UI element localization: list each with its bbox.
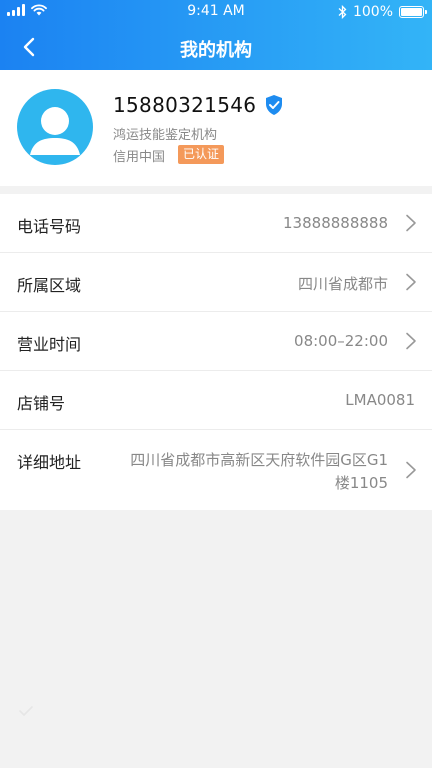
chevron-right-icon xyxy=(406,273,416,291)
battery-percent: 100% xyxy=(352,4,393,20)
address-label: 详细地址 xyxy=(17,453,82,472)
chevron-right-icon xyxy=(406,461,416,479)
shop-label: 店铺号 xyxy=(17,394,66,413)
shop-row: 店铺号 LMA0081 xyxy=(0,371,432,430)
page-title: 我的机构 xyxy=(180,40,252,61)
chevron-right-icon xyxy=(406,332,416,350)
status-right: 100% xyxy=(338,4,427,20)
hours-value: 08:00–22:00 xyxy=(294,332,388,350)
credit-label: 信用中国 xyxy=(113,150,166,165)
user-avatar-icon[interactable] xyxy=(17,89,93,165)
bluetooth-icon xyxy=(338,5,347,19)
shield-check-icon xyxy=(266,95,282,115)
check-icon xyxy=(19,706,33,716)
battery-icon xyxy=(399,6,427,18)
hours-label: 营业时间 xyxy=(17,335,82,354)
phone-value: 13888888888 xyxy=(283,214,388,232)
certified-badge: 已认证 xyxy=(178,145,225,164)
chevron-right-icon xyxy=(406,214,416,232)
profile-card: 15880321546 鸿运技能鉴定机构 信用中国 已认证 xyxy=(0,70,432,186)
profile-phone: 15880321546 xyxy=(113,93,257,117)
shop-value: LMA0081 xyxy=(345,391,415,409)
hours-row[interactable]: 营业时间 08:00–22:00 xyxy=(0,312,432,371)
address-value: 四川省成都市高新区天府软件园G区G1楼1105 xyxy=(130,451,388,492)
address-row[interactable]: 详细地址 四川省成都市高新区天府软件园G区G1楼1105 xyxy=(0,430,432,510)
nav-bar: 我的机构 xyxy=(0,24,432,70)
status-bar: 9:41 AM 100% xyxy=(0,0,432,24)
info-list: 电话号码 13888888888 所属区域 四川省成都市 营业时间 08:00–… xyxy=(0,194,432,510)
header: 9:41 AM 100% 我的机构 xyxy=(0,0,432,70)
org-name: 鸿运技能鉴定机构 xyxy=(113,128,218,143)
battery-fill xyxy=(401,8,422,16)
region-value: 四川省成都市 xyxy=(297,275,388,293)
region-label: 所属区域 xyxy=(17,276,82,295)
phone-label: 电话号码 xyxy=(17,217,82,236)
region-row[interactable]: 所属区域 四川省成都市 xyxy=(0,253,432,312)
phone-row[interactable]: 电话号码 13888888888 xyxy=(0,194,432,253)
